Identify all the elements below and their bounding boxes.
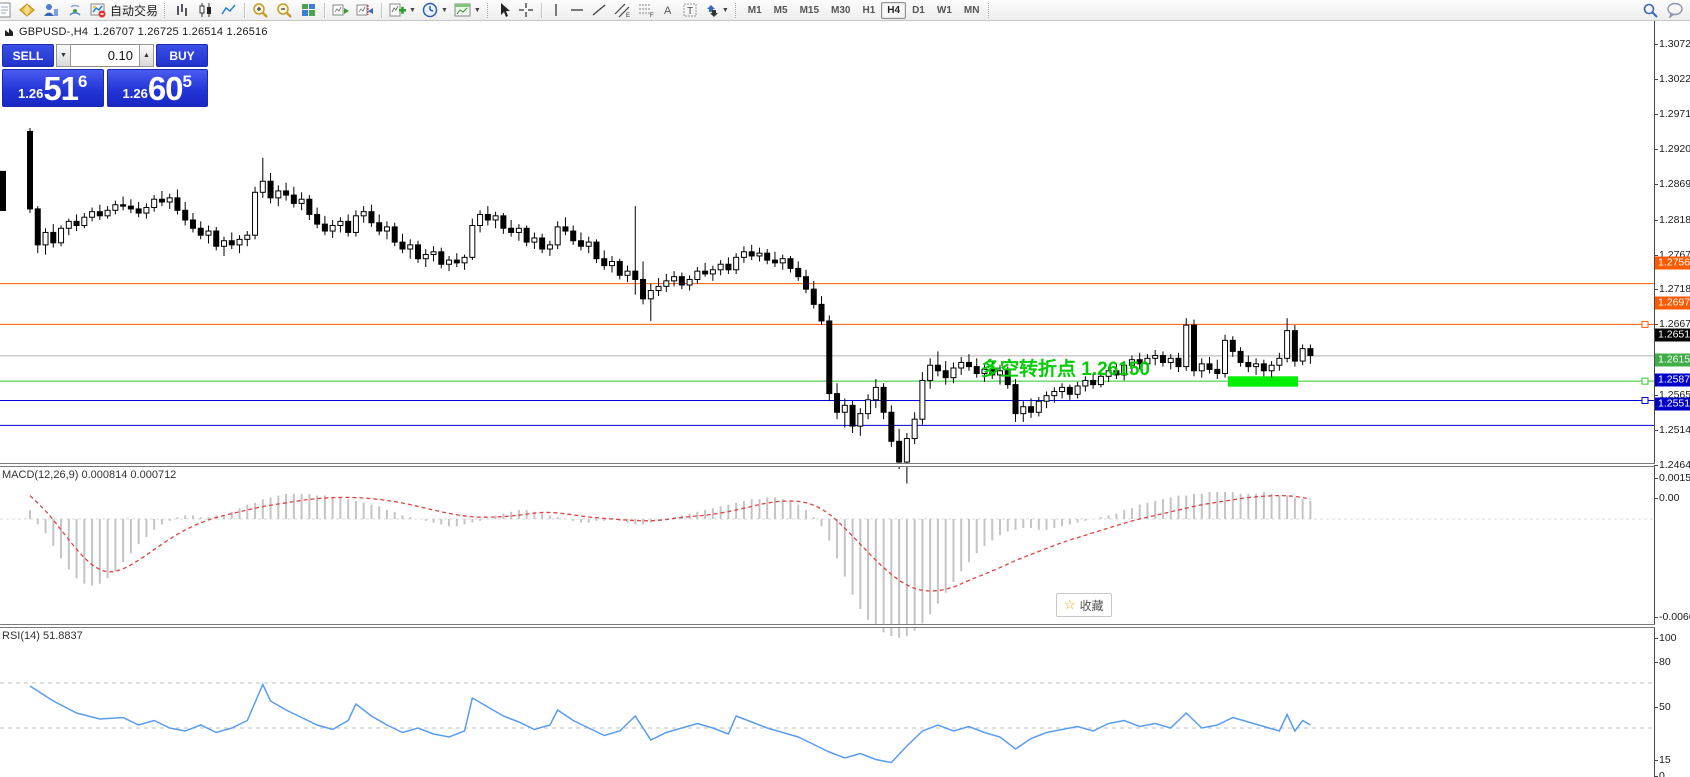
rsi-tick-mark: [1654, 760, 1658, 761]
favorite-button[interactable]: ☆ 收藏: [1056, 593, 1112, 617]
chart-header: GBPUSD-,H4 1.26707 1.26725 1.26514 1.265…: [4, 26, 268, 38]
rsi-axis-label: 0: [1659, 770, 1665, 777]
price-tick-label: 1.2464: [1659, 459, 1690, 471]
rsi-line: [30, 685, 1310, 763]
rsi-tick-mark: [1654, 638, 1658, 639]
mt4-terminal: 自动交易 ▼: [0, 0, 1690, 777]
price-tick-mark: [1654, 465, 1658, 466]
macd-tick-mark: [1654, 617, 1658, 618]
buy-price-big: 60: [148, 72, 183, 105]
pivot-annotation: 多空转折点 1.26150: [981, 354, 1150, 381]
star-icon: ☆: [1064, 597, 1076, 613]
buy-price-prefix: 1.26: [123, 86, 148, 101]
macd-tick-mark: [1654, 498, 1658, 499]
rsi-axis-label: 15: [1659, 754, 1671, 766]
buy-quote-button[interactable]: 1.26 60 5: [107, 69, 209, 107]
price-tick-mark: [1654, 79, 1658, 80]
rsi-axis-label: 50: [1659, 701, 1671, 713]
macd-indicator: [0, 492, 1654, 638]
price-level-tag[interactable]: 1.2587: [1655, 373, 1690, 386]
chart-window-icon: [4, 27, 14, 37]
price-tick-mark: [1654, 395, 1658, 396]
buy-button[interactable]: BUY: [156, 44, 208, 67]
volume-input[interactable]: [71, 44, 139, 67]
rsi-label: RSI(14) 51.8837: [2, 630, 83, 642]
pane-splitter-rsi[interactable]: [0, 624, 1655, 628]
price-tick-mark: [1654, 289, 1658, 290]
price-level-tag[interactable]: 1.2756: [1655, 256, 1690, 269]
line-handle[interactable]: [1642, 378, 1648, 384]
price-level-tag[interactable]: 1.2615: [1655, 354, 1690, 367]
price-tick-mark: [1654, 324, 1658, 325]
price-tick-label: 1.3072: [1659, 38, 1690, 50]
price-tick-label: 1.2971: [1659, 108, 1690, 120]
ohlc-values: 1.26707 1.26725 1.26514 1.26516: [93, 26, 267, 38]
price-tick-label: 1.2869: [1659, 178, 1690, 190]
price-level-tag[interactable]: 1.2551: [1655, 398, 1690, 411]
price-tick-label: 1.3022: [1659, 73, 1690, 85]
sell-price-pip: 6: [78, 72, 87, 92]
sell-quote-button[interactable]: 1.26 51 6: [2, 69, 104, 107]
line-handle[interactable]: [1642, 398, 1648, 404]
macd-axis-label: -0.0066: [1659, 611, 1690, 623]
highlight-zone: [1228, 376, 1298, 386]
chart-window: GBPUSD-,H4 1.26707 1.26725 1.26514 1.265…: [0, 21, 1690, 777]
favorite-label: 收藏: [1080, 597, 1104, 614]
price-tick-mark: [1654, 184, 1658, 185]
price-tick-mark: [1654, 149, 1658, 150]
sell-button[interactable]: SELL: [2, 44, 54, 67]
macd-signal-line: [30, 496, 1310, 591]
rsi-axis-label: 100: [1659, 632, 1677, 644]
line-handle[interactable]: [1642, 321, 1648, 327]
pane-splitter-macd[interactable]: [0, 463, 1655, 467]
rsi-axis-label: 80: [1659, 656, 1671, 668]
price-tick-label: 1.2920: [1659, 143, 1690, 155]
rsi-tick-mark: [1654, 662, 1658, 663]
sell-price-big: 51: [43, 72, 78, 105]
sell-price-prefix: 1.26: [18, 86, 43, 101]
clipped-candle: [0, 171, 6, 211]
chart-canvas[interactable]: [0, 0, 1690, 777]
price-tick-mark: [1654, 114, 1658, 115]
volume-down-button[interactable]: ▼: [56, 44, 71, 67]
volume-up-button[interactable]: ▲: [139, 44, 154, 67]
price-tick-mark: [1654, 220, 1658, 221]
price-tick-label: 1.2514: [1659, 424, 1690, 436]
price-tick-mark: [1654, 44, 1658, 45]
price-tick-mark: [1654, 430, 1658, 431]
rsi-tick-mark: [1654, 707, 1658, 708]
macd-label: MACD(12,26,9) 0.000814 0.000712: [2, 469, 176, 481]
macd-axis-label: 0.00: [1659, 492, 1679, 504]
macd-axis-label: 0.00154: [1659, 472, 1690, 484]
price-tick-label: 1.2718: [1659, 283, 1690, 295]
one-click-trading-panel: SELL ▼ ▲ BUY 1.26 51 6 1.26 60 5: [2, 44, 208, 107]
rsi-indicator: [0, 683, 1654, 777]
macd-tick-mark: [1654, 478, 1658, 479]
buy-price-pip: 5: [183, 72, 192, 92]
price-level-tag[interactable]: 1.2697: [1655, 297, 1690, 310]
price-level-tag[interactable]: 1.2651: [1655, 328, 1690, 341]
volume-stepper: ▼ ▲: [56, 44, 154, 67]
price-tick-label: 1.2818: [1659, 214, 1690, 226]
candles: [28, 128, 1313, 484]
symbol-period-label: GBPUSD-,H4: [19, 26, 88, 38]
